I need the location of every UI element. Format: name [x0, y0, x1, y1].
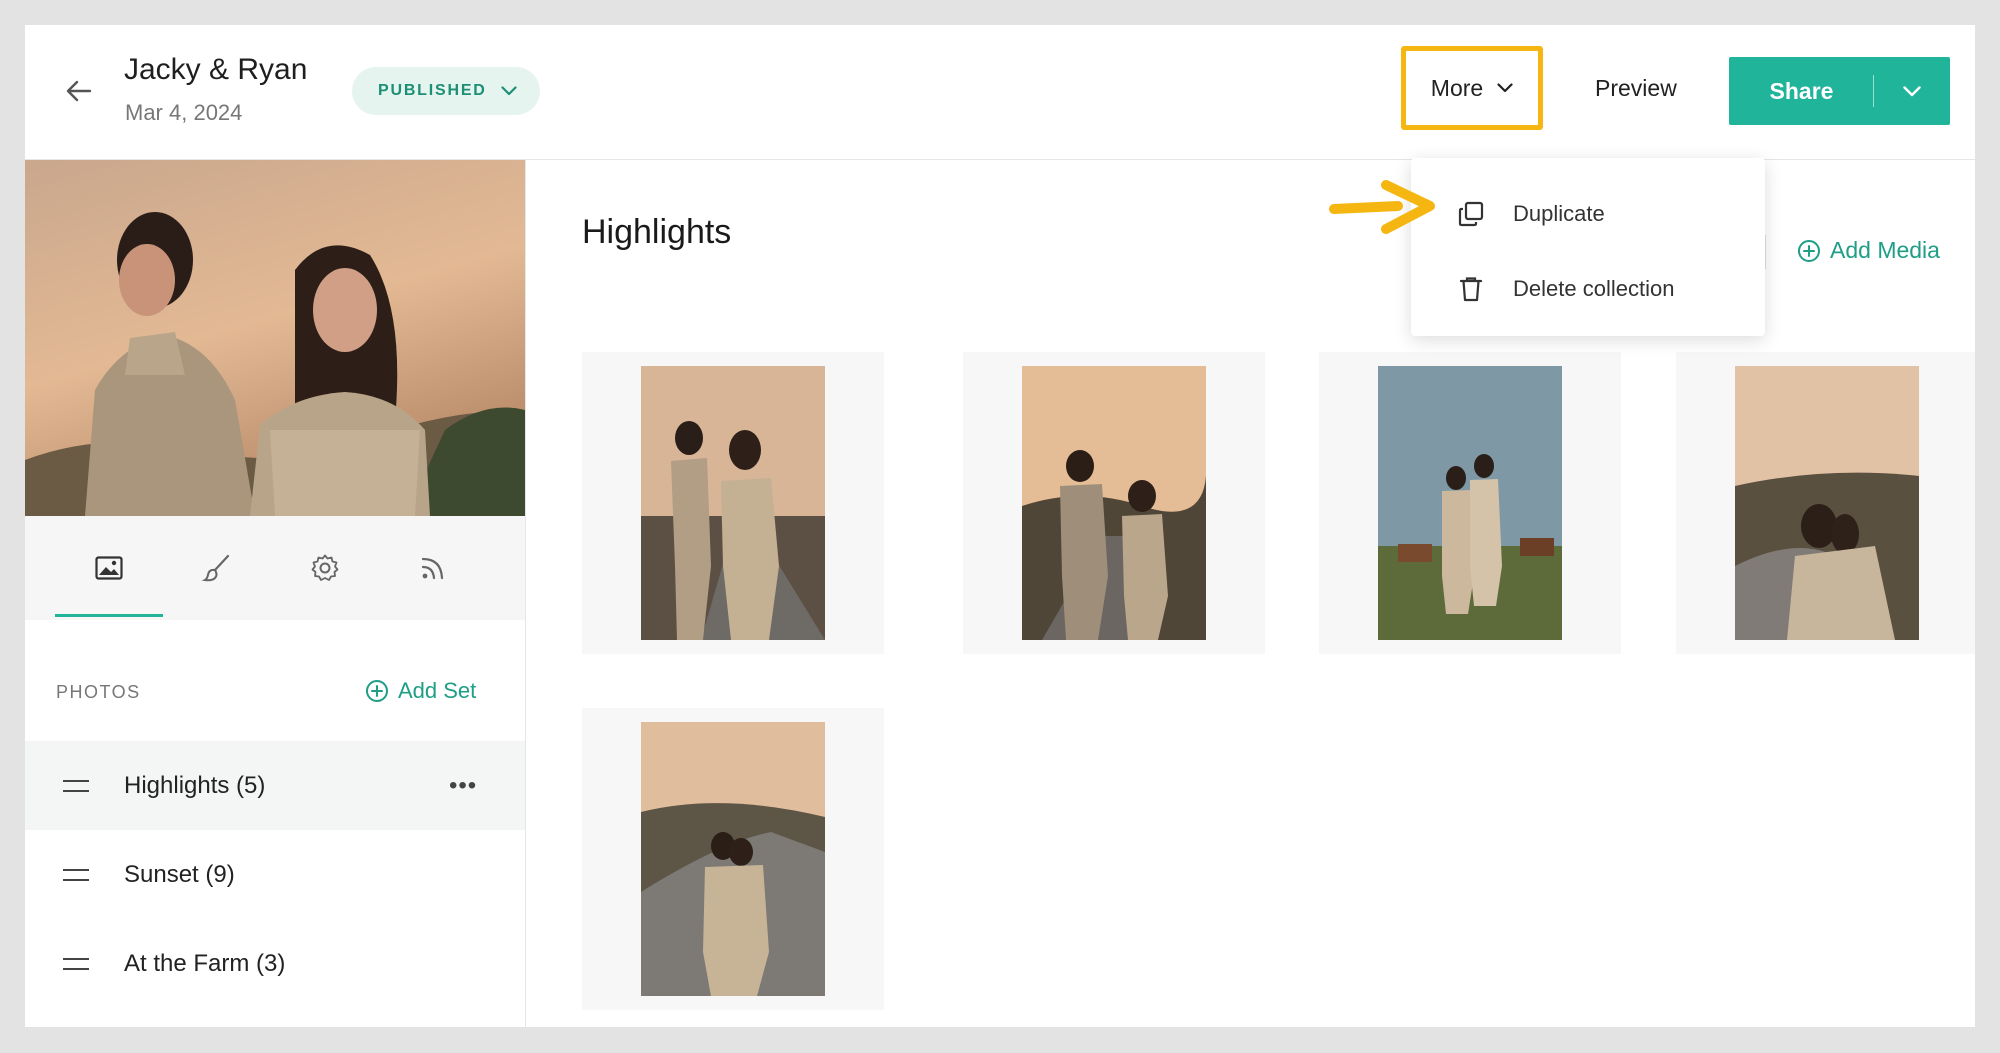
plus-circle-icon	[1798, 239, 1820, 262]
delete-collection-menu-item[interactable]: Delete collection	[1411, 255, 1765, 323]
photo-thumbnail[interactable]	[582, 708, 884, 1010]
more-dropdown-menu: Duplicate Delete collection	[1411, 158, 1765, 336]
drag-handle-icon[interactable]	[63, 868, 89, 881]
tab-photos[interactable]	[55, 516, 163, 620]
chevron-down-icon	[1903, 85, 1921, 96]
share-button-group: Share	[1729, 57, 1950, 125]
brush-icon	[202, 554, 230, 582]
tab-settings[interactable]	[271, 516, 379, 620]
duplicate-label: Duplicate	[1513, 201, 1605, 226]
status-label: PUBLISHED	[378, 82, 487, 99]
delete-collection-label: Delete collection	[1513, 276, 1675, 301]
photo-icon	[95, 556, 123, 580]
cover-photo[interactable]	[25, 160, 525, 516]
duplicate-icon	[1458, 201, 1484, 227]
set-label: Sunset (9)	[124, 860, 235, 888]
tab-activity[interactable]	[379, 516, 487, 620]
set-label: Highlights (5)	[124, 771, 266, 799]
add-media-button[interactable]: Add Media	[1797, 237, 1940, 264]
set-item-at-the-farm[interactable]: At the Farm (3)	[25, 919, 525, 1008]
set-label: At the Farm (3)	[124, 949, 286, 977]
sidebar: PHOTOS Add Set Highlights (5) ••• Sunset…	[25, 160, 526, 1027]
drag-handle-icon[interactable]	[63, 779, 89, 792]
duplicate-menu-item[interactable]: Duplicate	[1411, 180, 1765, 248]
gear-icon	[311, 554, 339, 581]
back-arrow-icon[interactable]	[63, 75, 95, 107]
rss-icon	[421, 557, 444, 580]
more-options-icon[interactable]: •••	[449, 773, 477, 798]
share-options-button[interactable]	[1874, 57, 1950, 125]
photo-thumbnail[interactable]	[963, 352, 1265, 654]
more-button[interactable]: More	[1406, 51, 1538, 125]
set-title: Highlights	[582, 213, 732, 251]
photo-thumbnail[interactable]	[1676, 352, 1975, 654]
sidebar-tabs	[25, 516, 525, 620]
more-label: More	[1430, 74, 1484, 101]
add-set-label: Add Set	[398, 678, 477, 703]
add-set-button[interactable]: Add Set	[365, 678, 476, 704]
trash-icon	[1459, 277, 1483, 302]
photos-section-label: PHOTOS	[56, 682, 141, 702]
top-header: Jacky & Ryan Mar 4, 2024 PUBLISHED More …	[25, 25, 1975, 160]
status-dropdown[interactable]: PUBLISHED	[352, 67, 540, 115]
add-media-label: Add Media	[1830, 237, 1940, 263]
photo-image	[641, 722, 825, 996]
app-frame: Jacky & Ryan Mar 4, 2024 PUBLISHED More …	[25, 25, 1975, 1027]
pointer-arrow-icon	[1329, 180, 1435, 234]
chevron-down-icon	[501, 86, 517, 96]
toolbar-divider	[1765, 235, 1766, 269]
collection-title: Jacky & Ryan	[124, 53, 308, 86]
tab-design[interactable]	[163, 516, 271, 620]
photo-image	[1022, 366, 1206, 640]
chevron-down-icon	[1497, 83, 1513, 93]
drag-handle-icon[interactable]	[63, 957, 89, 970]
set-item-highlights[interactable]: Highlights (5) •••	[25, 741, 525, 830]
share-button[interactable]: Share	[1729, 57, 1874, 125]
set-item-sunset[interactable]: Sunset (9)	[25, 830, 525, 919]
photo-image	[1378, 366, 1562, 640]
photo-image	[1735, 366, 1919, 640]
active-tab-indicator	[55, 614, 163, 617]
cover-photo-image	[25, 160, 525, 516]
plus-circle-icon	[366, 680, 388, 702]
preview-button[interactable]: Preview	[1595, 75, 1677, 102]
photo-thumbnail[interactable]	[582, 352, 884, 654]
photo-thumbnail[interactable]	[1319, 352, 1621, 654]
photo-image	[641, 366, 825, 640]
collection-date: Mar 4, 2024	[125, 100, 243, 125]
